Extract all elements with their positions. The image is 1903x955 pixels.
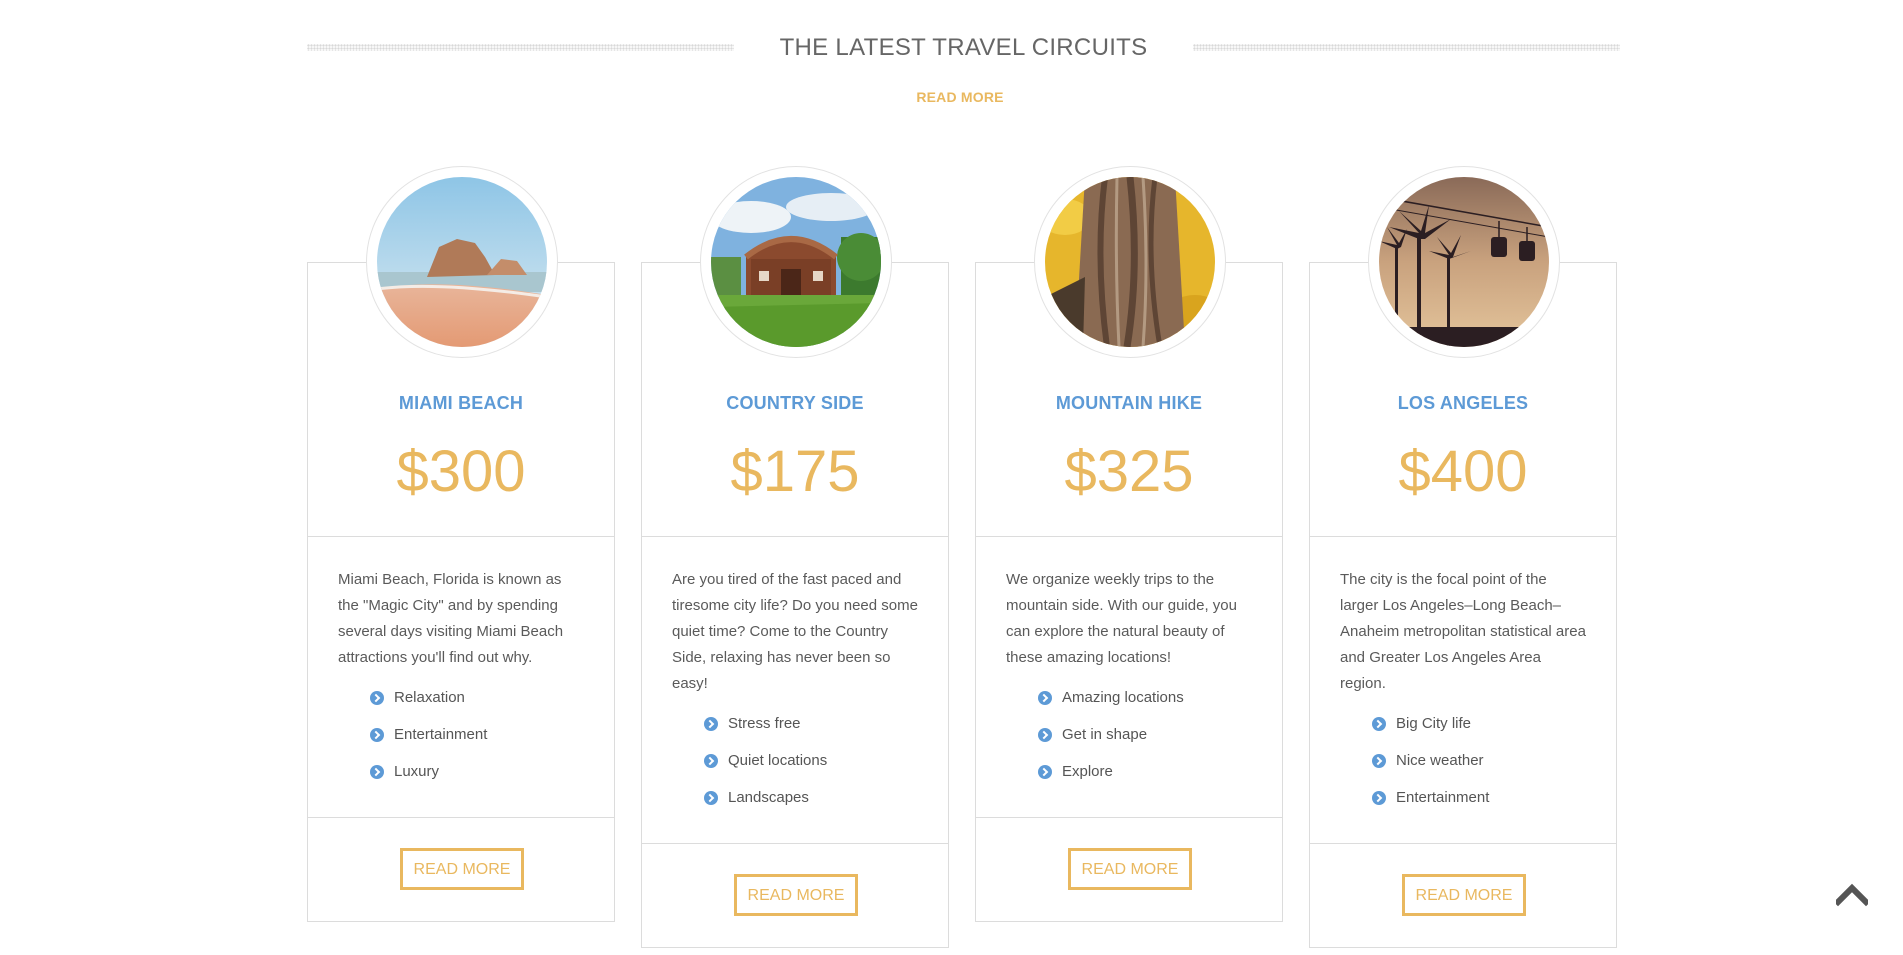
chevron-circle-right-icon <box>1038 690 1052 705</box>
chevron-circle-right-icon <box>1038 727 1052 742</box>
feature-item: Landscapes <box>704 779 918 816</box>
feature-item: Explore <box>1038 753 1252 790</box>
chevron-circle-right-icon <box>704 716 718 731</box>
read-more-button[interactable]: READ MORE <box>1068 848 1192 890</box>
card-body: The city is the focal point of the large… <box>1310 537 1616 816</box>
feature-label: Get in shape <box>1062 726 1148 743</box>
feature-item: Big City life <box>1372 705 1586 742</box>
card-body: Miami Beach, Florida is known as the "Ma… <box>308 537 614 790</box>
feature-list: Relaxation Entertainment Luxury <box>338 679 584 790</box>
feature-label: Entertainment <box>394 726 488 743</box>
card-price: $400 <box>1398 439 1528 504</box>
chevron-circle-right-icon <box>704 753 718 768</box>
read-more-button[interactable]: READ MORE <box>1402 874 1526 916</box>
decorative-dotted-line <box>307 44 734 51</box>
chevron-circle-right-icon <box>370 690 384 705</box>
tour-card-miami-beach: MIAMI BEACH $300 Miami Beach, Florida is… <box>307 166 615 922</box>
tour-card-mountain-hike: MOUNTAIN HIKE $325 We organize weekly tr… <box>975 166 1283 922</box>
header-read-more-link[interactable]: READ MORE <box>850 89 1070 105</box>
card-description: We organize weekly trips to the mountain… <box>1006 571 1237 666</box>
card-description: Miami Beach, Florida is known as the "Ma… <box>338 571 564 666</box>
chevron-circle-right-icon <box>704 790 718 805</box>
chevron-up-icon <box>1833 883 1871 907</box>
feature-item: Amazing locations <box>1038 679 1252 716</box>
chevron-circle-right-icon <box>370 727 384 742</box>
card-description: The city is the focal point of the large… <box>1340 571 1586 692</box>
chevron-circle-right-icon <box>370 764 384 779</box>
feature-item: Entertainment <box>370 716 584 753</box>
feature-item: Luxury <box>370 753 584 790</box>
card-price: $300 <box>396 439 526 504</box>
decorative-dotted-line <box>1193 44 1620 51</box>
feature-label: Entertainment <box>1396 789 1490 806</box>
card-header: COUNTRY SIDE $175 <box>642 263 948 537</box>
card-title[interactable]: LOS ANGELES <box>1310 393 1616 414</box>
feature-label: Landscapes <box>728 789 809 806</box>
read-more-button[interactable]: READ MORE <box>734 874 858 916</box>
card-title[interactable]: MIAMI BEACH <box>308 393 614 414</box>
card-title[interactable]: COUNTRY SIDE <box>642 393 948 414</box>
section-title: THE LATEST TRAVEL CIRCUITS <box>779 34 1148 61</box>
card-footer: READ MORE <box>642 843 948 947</box>
feature-label: Stress free <box>728 715 801 732</box>
feature-label: Quiet locations <box>728 752 828 769</box>
feature-label: Luxury <box>394 763 440 780</box>
card-price: $325 <box>1064 439 1194 504</box>
card-footer: READ MORE <box>308 817 614 921</box>
card-header: MIAMI BEACH $300 <box>308 263 614 537</box>
feature-list: Amazing locations Get in shape Explore <box>1006 679 1252 790</box>
chevron-circle-right-icon <box>1372 716 1386 731</box>
feature-item: Get in shape <box>1038 716 1252 753</box>
feature-label: Big City life <box>1396 715 1472 732</box>
card-title[interactable]: MOUNTAIN HIKE <box>976 393 1282 414</box>
card-header: MOUNTAIN HIKE $325 <box>976 263 1282 537</box>
feature-label: Nice weather <box>1396 752 1484 769</box>
feature-item: Stress free <box>704 705 918 742</box>
tour-card-los-angeles: LOS ANGELES $400 The city is the focal p… <box>1309 166 1617 948</box>
chevron-circle-right-icon <box>1372 790 1386 805</box>
card-header: LOS ANGELES $400 <box>1310 263 1616 537</box>
card-description: Are you tired of the fast paced and tire… <box>672 571 918 692</box>
feature-item: Nice weather <box>1372 742 1586 779</box>
chevron-circle-right-icon <box>1372 753 1386 768</box>
feature-item: Entertainment <box>1372 779 1586 816</box>
feature-item: Relaxation <box>370 679 584 716</box>
feature-label: Relaxation <box>394 689 465 706</box>
card-footer: READ MORE <box>976 817 1282 921</box>
chevron-circle-right-icon <box>1038 764 1052 779</box>
feature-list: Big City life Nice weather Entertainment <box>1340 705 1586 816</box>
card-price: $175 <box>730 439 860 504</box>
card-footer: READ MORE <box>1310 843 1616 947</box>
feature-label: Amazing locations <box>1062 689 1184 706</box>
scroll-to-top-button[interactable] <box>1833 882 1871 908</box>
card-body: Are you tired of the fast paced and tire… <box>642 537 948 816</box>
section-header: THE LATEST TRAVEL CIRCUITS READ MORE <box>0 0 1903 120</box>
card-body: We organize weekly trips to the mountain… <box>976 537 1282 790</box>
read-more-button[interactable]: READ MORE <box>400 848 524 890</box>
feature-item: Quiet locations <box>704 742 918 779</box>
feature-label: Explore <box>1062 763 1113 780</box>
tour-card-country-side: COUNTRY SIDE $175 Are you tired of the f… <box>641 166 949 948</box>
feature-list: Stress free Quiet locations Landscapes <box>672 705 918 816</box>
